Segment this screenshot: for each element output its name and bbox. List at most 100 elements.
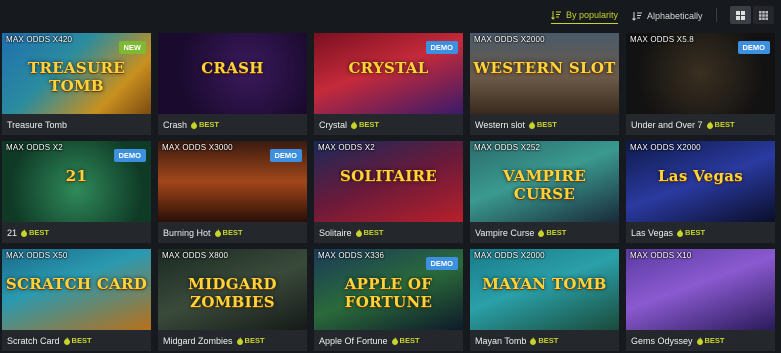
compact-grid-view-button[interactable]	[753, 6, 774, 24]
game-info-bar: Burning Hot BEST	[158, 222, 307, 243]
game-card[interactable]: MAYAN TOMB MAX ODDS X2000 Mayan Tomb BEST	[470, 249, 619, 351]
flame-icon	[191, 120, 198, 129]
best-tag: BEST	[706, 120, 735, 129]
game-art-title: TREASURE TOMB	[28, 59, 125, 95]
max-odds-label: MAX ODDS X2000	[474, 251, 545, 260]
game-art-title: Las Vegas	[657, 167, 744, 185]
best-label: BEST	[363, 228, 384, 237]
flame-icon	[696, 336, 703, 345]
game-name: Under and Over 7	[631, 119, 703, 130]
best-label: BEST	[199, 120, 220, 129]
best-tag: BEST	[351, 120, 379, 129]
game-name: Crystal	[319, 119, 348, 130]
demo-badge[interactable]: DEMO	[737, 41, 770, 54]
flame-icon	[528, 120, 535, 129]
game-card[interactable]: CRYSTAL DEMO Crystal BEST	[314, 33, 463, 135]
game-info-bar: 21 BEST	[2, 222, 151, 243]
game-thumbnail[interactable]: APPLE OF FORTUNE MAX ODDS X336 DEMO	[314, 249, 463, 330]
game-thumbnail[interactable]: MAX ODDS X5.8 DEMO	[626, 33, 775, 114]
best-tag: BEST	[355, 228, 384, 237]
game-card[interactable]: TREASURE TOMB MAX ODDS X420 NEW Treasure To…	[2, 33, 151, 135]
demo-badge[interactable]: DEMO	[425, 257, 458, 270]
game-thumbnail[interactable]: MAX ODDS X3000 DEMO	[158, 141, 307, 222]
grid-view-button[interactable]	[730, 6, 751, 24]
flame-icon	[677, 228, 684, 237]
divider	[716, 8, 717, 22]
game-thumbnail[interactable]: TREASURE TOMB MAX ODDS X420 NEW	[2, 33, 151, 114]
best-tag: BEST	[236, 336, 265, 345]
game-card[interactable]: SOLITAIRE MAX ODDS X2 Solitaire BEST	[314, 141, 463, 243]
best-label: BEST	[359, 120, 380, 129]
game-name: Treasure Tomb	[7, 119, 68, 130]
game-thumbnail[interactable]: VAMPIRE CURSE MAX ODDS X252	[470, 141, 619, 222]
best-label: BEST	[714, 120, 735, 129]
demo-badge[interactable]: DEMO	[269, 149, 302, 162]
game-thumbnail[interactable]: 21 MAX ODDS X2 DEMO	[2, 141, 151, 222]
best-tag: BEST	[530, 336, 558, 345]
best-label: BEST	[71, 336, 92, 345]
game-info-bar: Treasure Tomb	[2, 114, 151, 135]
game-art-title: MAYAN TOMB	[482, 275, 607, 293]
game-name: 21	[7, 227, 18, 238]
sort-icon	[632, 11, 642, 21]
flame-icon	[706, 120, 713, 129]
flame-icon	[214, 228, 221, 237]
game-name: Western slot	[475, 119, 525, 130]
game-card[interactable]: SCRATCH CARD MAX ODDS X50 Scratch Card BEST	[2, 249, 151, 351]
sort-by-popularity-button[interactable]: By popularity	[551, 7, 619, 24]
game-thumbnail[interactable]: Las Vegas MAX ODDS X2000	[626, 141, 775, 222]
game-card[interactable]: VAMPIRE CURSE MAX ODDS X252 Vampire Curse B…	[470, 141, 619, 243]
flame-icon	[236, 336, 243, 345]
game-art-title: MIDGARD ZOMBIES	[188, 275, 277, 311]
max-odds-label: MAX ODDS X800	[162, 251, 229, 260]
game-art-title: APPLE OF FORTUNE	[344, 275, 433, 311]
max-odds-label: MAX ODDS X10	[630, 251, 692, 260]
best-label: BEST	[685, 228, 706, 237]
game-card[interactable]: MAX ODDS X10 Gems Odyssey BEST	[626, 249, 775, 351]
demo-badge[interactable]: DEMO	[425, 41, 458, 54]
best-label: BEST	[704, 336, 725, 345]
best-label: BEST	[29, 228, 50, 237]
game-card[interactable]: MAX ODDS X5.8 DEMO Under and Over 7 BEST	[626, 33, 775, 135]
game-card[interactable]: 21 MAX ODDS X2 DEMO 21 BEST	[2, 141, 151, 243]
game-card[interactable]: MIDGARD ZOMBIES MAX ODDS X800 Midgard Zomb…	[158, 249, 307, 351]
game-card[interactable]: Las Vegas MAX ODDS X2000 Las Vegas BEST	[626, 141, 775, 243]
game-thumbnail[interactable]: MAYAN TOMB MAX ODDS X2000	[470, 249, 619, 330]
game-thumbnail[interactable]: MIDGARD ZOMBIES MAX ODDS X800	[158, 249, 307, 330]
game-thumbnail[interactable]: WESTERN SLOT MAX ODDS X2000	[470, 33, 619, 114]
game-card[interactable]: MAX ODDS X3000 DEMO Burning Hot BEST	[158, 141, 307, 243]
game-info-bar: Western slot BEST	[470, 114, 619, 135]
game-thumbnail[interactable]: MAX ODDS X10	[626, 249, 775, 330]
game-thumbnail[interactable]: CRYSTAL DEMO	[314, 33, 463, 114]
max-odds-label: MAX ODDS X336	[318, 251, 385, 260]
game-name: Vampire Curse	[475, 227, 535, 238]
flame-icon	[538, 228, 545, 237]
grid-small-icon	[759, 10, 768, 20]
game-thumbnail[interactable]: CRASH	[158, 33, 307, 114]
demo-badge[interactable]: DEMO	[113, 149, 146, 162]
best-tag: BEST	[391, 336, 420, 345]
game-thumbnail[interactable]: SOLITAIRE MAX ODDS X2	[314, 141, 463, 222]
game-art-title: SOLITAIRE	[339, 167, 438, 185]
best-tag: BEST	[677, 228, 705, 237]
game-name: Scratch Card	[7, 335, 60, 346]
game-thumbnail[interactable]: SCRATCH CARD MAX ODDS X50	[2, 249, 151, 330]
best-label: BEST	[244, 336, 265, 345]
flame-icon	[391, 336, 398, 345]
sort-alphabetical-label: Alphabetically	[647, 10, 703, 21]
game-name: Solitaire	[319, 227, 352, 238]
game-card[interactable]: CRASH Crash BEST	[158, 33, 307, 135]
best-label: BEST	[546, 228, 567, 237]
game-card[interactable]: APPLE OF FORTUNE MAX ODDS X336 DEMO Apple O…	[314, 249, 463, 351]
best-tag: BEST	[538, 228, 566, 237]
sort-alphabetically-button[interactable]: Alphabetically	[632, 7, 703, 24]
max-odds-label: MAX ODDS X2000	[630, 143, 701, 152]
game-info-bar: Las Vegas BEST	[626, 222, 775, 243]
game-info-bar: Midgard Zombies BEST	[158, 330, 307, 351]
sort-popularity-label: By popularity	[566, 10, 619, 20]
game-name: Crash	[163, 119, 188, 130]
best-tag: BEST	[696, 336, 725, 345]
game-card[interactable]: WESTERN SLOT MAX ODDS X2000 Western slot BE…	[470, 33, 619, 135]
max-odds-label: MAX ODDS X2000	[474, 35, 545, 44]
grid-large-icon	[736, 10, 745, 20]
